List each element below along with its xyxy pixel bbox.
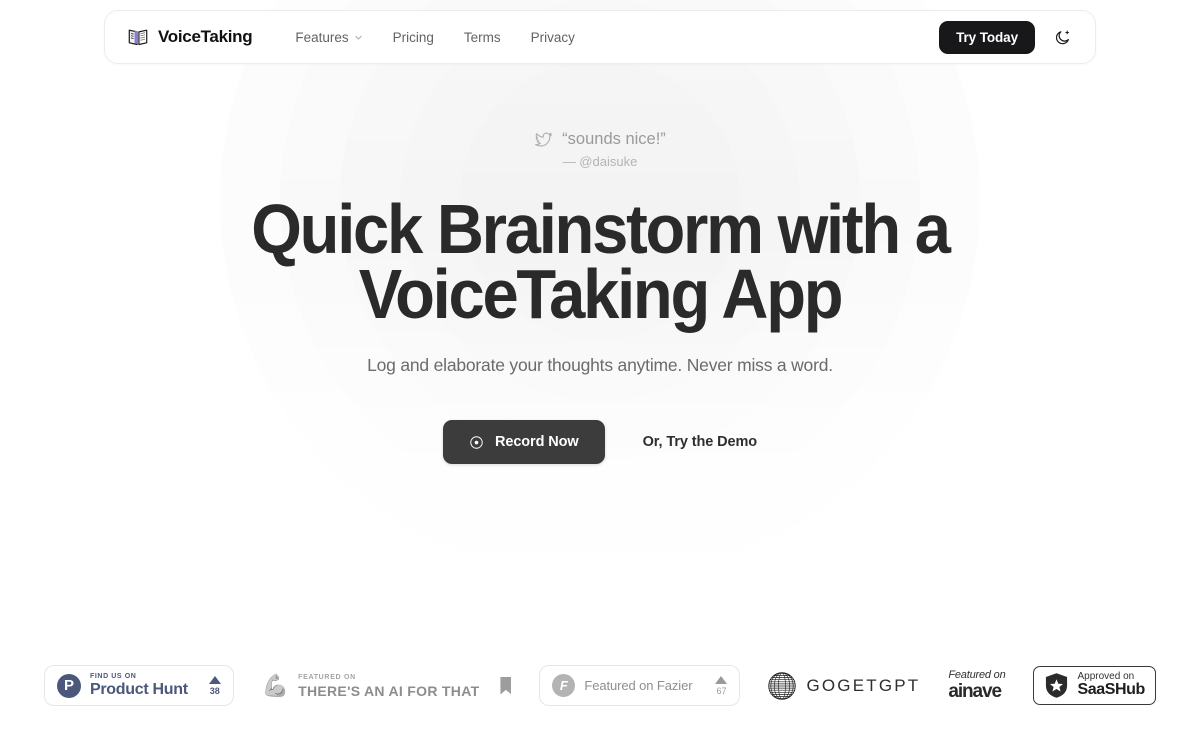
striped-orb-icon <box>768 671 797 700</box>
moon-sparkle-icon <box>1055 30 1069 44</box>
upvote-triangle-icon <box>208 675 221 684</box>
flexed-biceps-icon: 💪 <box>261 672 290 698</box>
hero-section: “sounds nice!” — @daisuke Quick Brainsto… <box>0 130 1200 465</box>
try-today-button[interactable]: Try Today <box>939 20 1035 54</box>
bookmark-icon <box>500 676 512 695</box>
saashub-text: Approved on SaaSHub <box>1077 671 1145 699</box>
fazier-upvote[interactable]: 67 <box>715 675 728 696</box>
brand-logo-link[interactable]: VoiceTaking <box>127 26 253 48</box>
product-hunt-text: FIND US ON Product Hunt <box>90 673 188 698</box>
hero-quote-author: — @daisuke <box>562 154 638 169</box>
page-title: Quick Brainstorm with a VoiceTaking App <box>42 194 1158 329</box>
fazier-title: Featured on Fazier <box>584 678 693 693</box>
product-hunt-title: Product Hunt <box>90 681 188 698</box>
gogetgpt-title: GOGETGPT <box>806 675 921 695</box>
open-book-icon <box>128 29 148 46</box>
fazier-icon: F <box>552 674 576 697</box>
twitter-bird-icon <box>535 132 553 147</box>
ainave-eyebrow: Featured on <box>948 669 1006 681</box>
hero-quote-text: “sounds nice!” <box>562 130 666 148</box>
upvote-triangle-icon <box>715 675 728 684</box>
taaft-eyebrow: FEATURED ON <box>298 673 356 681</box>
badge-product-hunt[interactable]: P FIND US ON Product Hunt 38 <box>44 665 234 706</box>
headline-line-2: VoiceTaking App <box>358 255 844 334</box>
record-now-button[interactable]: Record Now <box>442 420 605 465</box>
taaft-title: THERE'S AN AI FOR THAT <box>298 682 480 699</box>
hero-subheadline: Log and elaborate your thoughts anytime.… <box>367 355 833 376</box>
taaft-text: FEATURED ON THERE'S AN AI FOR THAT <box>298 674 479 698</box>
product-hunt-vote-count: 38 <box>209 685 220 696</box>
main-nav: Features Pricing Terms Privacy <box>282 23 588 52</box>
saashub-title: SaaSHub <box>1077 681 1145 699</box>
ainave-title: ainave <box>948 681 1002 702</box>
badge-saashub[interactable]: Approved on SaaSHub <box>1033 665 1156 706</box>
product-hunt-eyebrow: FIND US ON <box>90 673 137 680</box>
nav-item-pricing[interactable]: Pricing <box>380 23 447 52</box>
social-proof-badges: P FIND US ON Product Hunt 38 💪 FEATURED … <box>0 665 1200 706</box>
product-hunt-icon: P <box>57 673 81 698</box>
chevron-down-icon <box>355 35 362 39</box>
badge-theres-an-ai-for-that[interactable]: 💪 FEATURED ON THERE'S AN AI FOR THAT <box>262 674 512 698</box>
badge-fazier[interactable]: F Featured on Fazier 67 <box>539 665 741 706</box>
product-hunt-upvote[interactable]: 38 <box>208 675 221 696</box>
hero-quote: “sounds nice!” <box>0 130 1200 149</box>
brand-name: VoiceTaking <box>158 27 253 46</box>
hero-cta-row: Record Now Or, Try the Demo <box>0 420 1200 465</box>
shield-star-icon <box>1046 673 1068 698</box>
record-now-label: Record Now <box>494 434 579 451</box>
nav-item-terms[interactable]: Terms <box>451 23 514 52</box>
nav-item-privacy[interactable]: Privacy <box>518 23 588 52</box>
nav-item-features[interactable]: Features <box>282 23 375 52</box>
badge-ainave[interactable]: Featured on ainave <box>948 669 1006 702</box>
nav-item-label: Features <box>295 29 349 45</box>
record-dot-icon <box>470 435 483 449</box>
nav-item-label: Terms <box>463 29 501 45</box>
landing-page: VoiceTaking Features Pricing Terms Priva… <box>0 0 1200 750</box>
try-demo-link[interactable]: Or, Try the Demo <box>643 434 758 450</box>
nav-item-label: Pricing <box>392 29 434 45</box>
nav-item-label: Privacy <box>530 29 575 45</box>
site-header: VoiceTaking Features Pricing Terms Priva… <box>104 10 1096 64</box>
theme-toggle-button[interactable] <box>1047 22 1077 52</box>
badge-gogetgpt[interactable]: GOGETGPT <box>768 671 921 700</box>
fazier-vote-count: 67 <box>716 685 727 696</box>
